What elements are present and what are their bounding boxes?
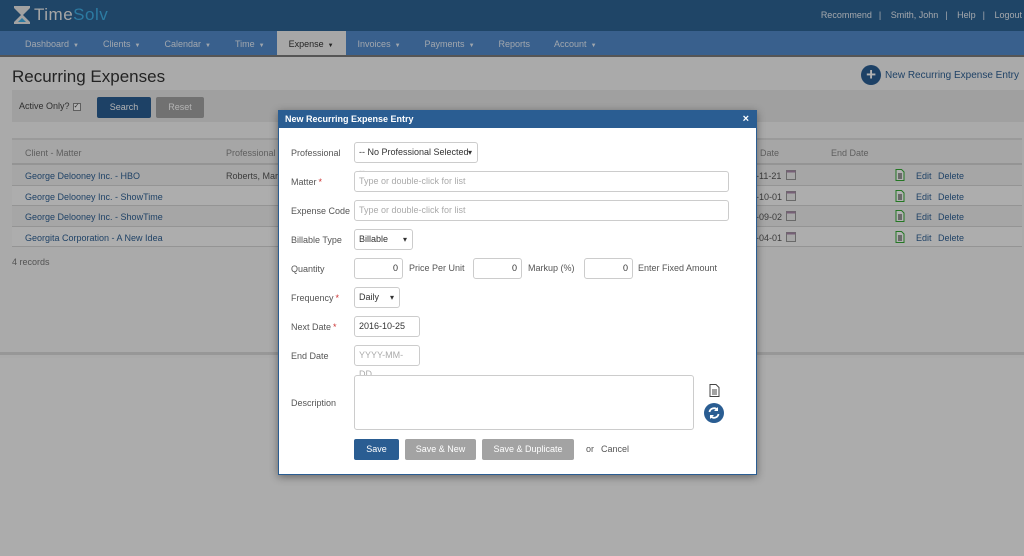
matter-label: Matter * xyxy=(291,177,322,187)
frequency-label-text: Frequency xyxy=(291,293,334,303)
matter-label-text: Matter xyxy=(291,177,317,187)
expense-code-input[interactable]: Type or double-click for list xyxy=(354,200,729,221)
required-mark: * xyxy=(333,322,337,332)
professional-select[interactable]: -- No Professional Selected -- xyxy=(354,142,478,176)
save-button[interactable]: Save xyxy=(354,439,399,460)
expense-code-placeholder: Type or double-click for list xyxy=(359,205,466,215)
save-and-new-button[interactable]: Save & New xyxy=(405,439,476,460)
template-document-icon[interactable] xyxy=(709,384,720,397)
next-date-input[interactable]: 2016-10-25 xyxy=(354,316,420,337)
billable-type-label: Billable Type xyxy=(291,235,342,245)
billable-type-value: Billable xyxy=(359,234,389,244)
matter-placeholder: Type or double-click for list xyxy=(359,176,466,186)
next-date-label-text: Next Date xyxy=(291,322,332,332)
matter-input[interactable]: Type or double-click for list xyxy=(354,171,729,192)
dialog-title: New Recurring Expense Entry xyxy=(285,114,414,124)
expense-code-label: Expense Code xyxy=(291,206,351,216)
end-date-label: End Date xyxy=(291,351,329,361)
description-textarea[interactable] xyxy=(354,375,694,430)
close-icon[interactable]: × xyxy=(743,111,749,128)
new-recurring-expense-dialog: New Recurring Expense Entry × Profession… xyxy=(278,110,757,475)
frequency-label: Frequency * xyxy=(291,293,339,303)
frequency-select[interactable]: Daily xyxy=(354,287,400,308)
markup-input[interactable]: 0 xyxy=(584,258,633,279)
save-and-duplicate-button[interactable]: Save & Duplicate xyxy=(482,439,574,460)
quantity-label: Quantity xyxy=(291,264,325,274)
required-mark: * xyxy=(318,177,323,187)
required-mark: * xyxy=(335,293,340,303)
or-text: or xyxy=(586,444,595,454)
enter-fixed-amount-link[interactable]: Enter Fixed Amount xyxy=(638,263,717,273)
cancel-link[interactable]: Cancel xyxy=(601,444,629,454)
end-date-input[interactable]: YYYY-MM-DD xyxy=(354,345,420,379)
refresh-icon[interactable] xyxy=(704,403,724,423)
next-date-label: Next Date * xyxy=(291,322,337,332)
quantity-input[interactable]: 0 xyxy=(354,258,403,279)
professional-label: Professional xyxy=(291,148,341,158)
dialog-header: New Recurring Expense Entry × xyxy=(279,111,756,128)
price-per-unit-input[interactable]: 0 xyxy=(473,258,522,279)
markup-label: Markup (%) xyxy=(528,263,575,273)
price-per-unit-label: Price Per Unit xyxy=(409,263,465,273)
billable-type-select[interactable]: Billable xyxy=(354,229,413,250)
description-label: Description xyxy=(291,398,337,408)
frequency-value: Daily xyxy=(359,292,380,302)
